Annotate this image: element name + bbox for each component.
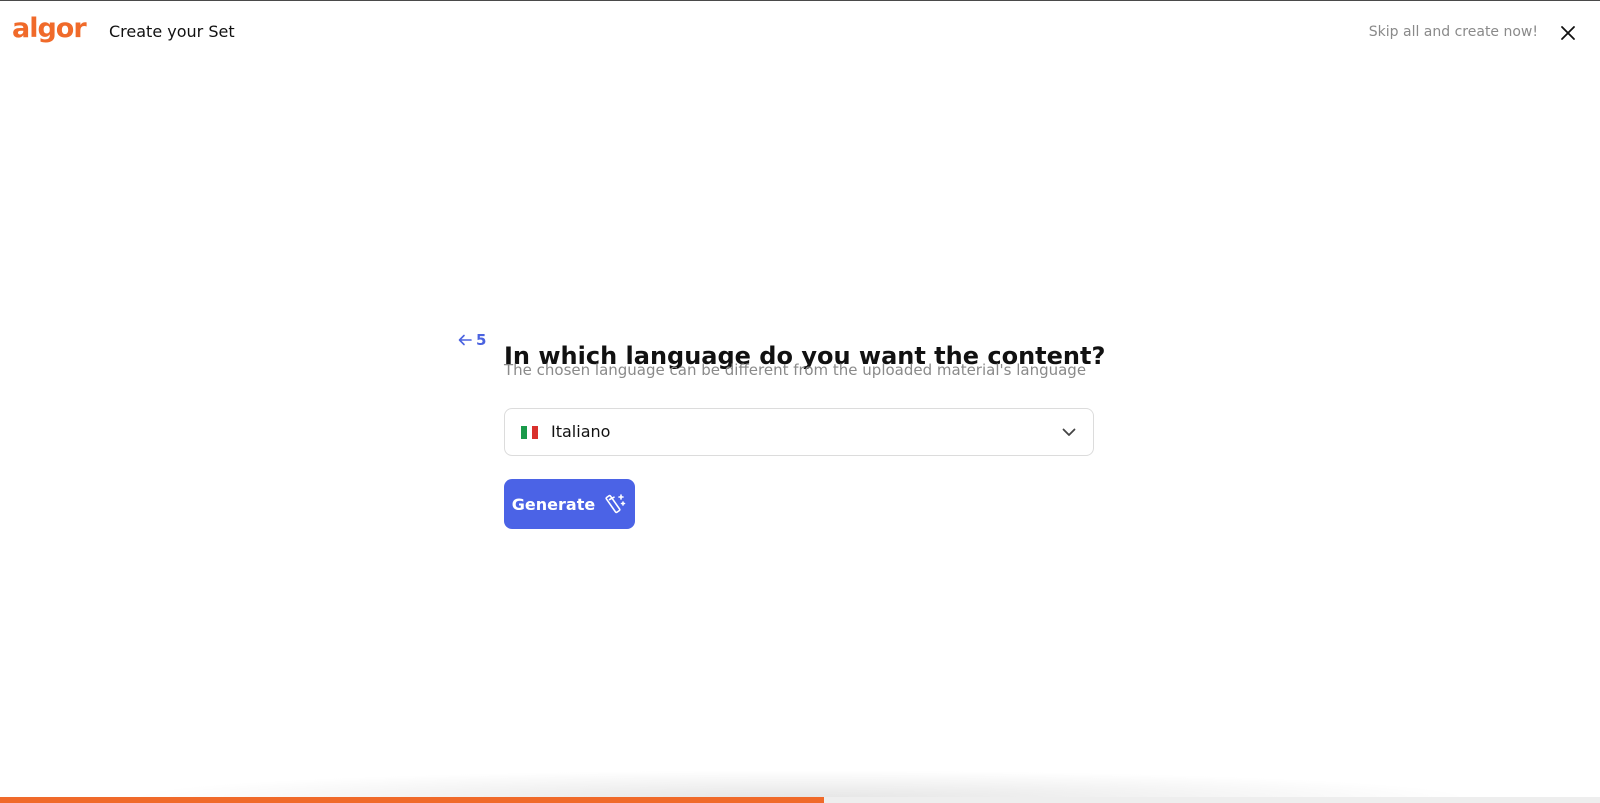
- close-icon: [1561, 26, 1575, 40]
- close-button[interactable]: [1554, 20, 1582, 46]
- generate-button[interactable]: Generate: [504, 479, 635, 529]
- language-select[interactable]: Italiano: [504, 408, 1094, 456]
- language-select-value: Italiano: [551, 422, 611, 441]
- chevron-down-icon: [1061, 424, 1077, 440]
- progress-bar-fill: [0, 797, 824, 803]
- step-subtitle: The chosen language can be different fro…: [504, 361, 1087, 379]
- footer-shadow: [120, 770, 1480, 798]
- arrow-left-icon: [458, 334, 472, 346]
- generate-button-label: Generate: [511, 494, 596, 514]
- page-title: Create your Set: [109, 22, 235, 41]
- skip-all-link[interactable]: Skip all and create now!: [1369, 21, 1538, 43]
- top-bar: algor Create your Set Skip all and creat…: [0, 0, 1600, 65]
- step-number: 5: [476, 331, 487, 349]
- back-step-button[interactable]: 5: [458, 330, 486, 350]
- algor-logo[interactable]: algor: [12, 12, 87, 46]
- progress-bar: [0, 797, 1600, 803]
- italy-flag-icon: [521, 425, 539, 439]
- magic-wand-sparkle-icon: [605, 494, 626, 514]
